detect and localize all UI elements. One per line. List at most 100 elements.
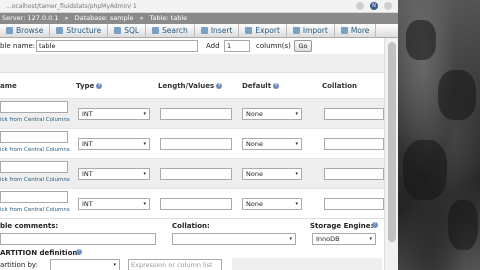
default-select[interactable]: None ▾: [242, 168, 302, 180]
partition-extra-area: [232, 258, 382, 270]
tab-label: Browse: [16, 26, 44, 35]
collation-select[interactable]: [324, 168, 384, 180]
help-icon[interactable]: ?: [372, 222, 378, 228]
breadcrumb: Server: 127.0.0.1 » Database: sample » T…: [0, 13, 398, 24]
columns-label: column(s): [256, 42, 291, 50]
help-icon[interactable]: ?: [216, 83, 223, 89]
tab-browse[interactable]: Browse: [0, 23, 51, 38]
table-name-input[interactable]: table: [36, 40, 198, 52]
breadcrumb-database[interactable]: Database: sample: [75, 14, 134, 22]
type-select[interactable]: INT ▾: [78, 168, 150, 180]
chevron-down-icon: ▾: [295, 201, 298, 207]
search-icon: [152, 27, 160, 34]
partition-expression-input[interactable]: Expression or column list: [128, 259, 222, 270]
chevron-down-icon: ▾: [295, 171, 298, 177]
header-default: Default: [242, 82, 272, 90]
pick-central-columns-link[interactable]: ick from Central Columns: [0, 117, 70, 123]
table-comments-input[interactable]: [0, 233, 156, 245]
default-select[interactable]: None ▾: [242, 138, 302, 150]
partition-by-label: artition by:: [0, 261, 38, 269]
table-name-row: ble name: table Add 1 column(s) Go: [0, 38, 398, 54]
chevron-down-icon: ▾: [143, 201, 146, 207]
tab-sql[interactable]: SQL: [108, 23, 147, 38]
collation-select[interactable]: [324, 108, 384, 120]
go-button[interactable]: Go: [294, 40, 312, 52]
breadcrumb-separator: »: [139, 14, 144, 22]
tab-insert[interactable]: Insert: [195, 23, 240, 38]
column-row: ick from Central Columns INT ▾ None ▾: [0, 158, 398, 188]
chevron-down-icon: [340, 27, 348, 34]
partition-definition-label: ARTITION definition:: [0, 249, 81, 257]
chevron-down-icon: ▾: [289, 236, 292, 242]
default-value: None: [246, 200, 263, 208]
extension-icon[interactable]: [356, 2, 364, 10]
menu-icon[interactable]: [384, 2, 392, 10]
pick-central-columns-link[interactable]: ick from Central Columns: [0, 207, 70, 213]
tab-export[interactable]: Export: [239, 23, 287, 38]
chevron-down-icon: ▾: [143, 111, 146, 117]
table-comments-label: ble comments:: [0, 222, 59, 230]
table-collation-select[interactable]: ▾: [172, 233, 296, 245]
chevron-down-icon: ▾: [143, 171, 146, 177]
storage-engine-value: InnoDB: [316, 235, 340, 243]
pick-central-columns-link[interactable]: ick from Central Columns: [0, 147, 70, 153]
column-name-input[interactable]: [0, 161, 68, 173]
partition-by-select[interactable]: ▾: [50, 259, 120, 270]
collation-select[interactable]: [324, 138, 384, 150]
tab-label: Search: [162, 26, 188, 35]
export-icon: [245, 27, 253, 34]
tab-label: More: [350, 26, 370, 35]
column-name-input[interactable]: [0, 131, 68, 143]
chevron-down-icon: ▾: [295, 141, 298, 147]
chevron-down-icon: ▾: [295, 111, 298, 117]
type-value: INT: [82, 170, 93, 178]
profile-avatar[interactable]: N: [370, 2, 378, 10]
pick-central-columns-link[interactable]: ick from Central Columns: [0, 177, 70, 183]
length-input[interactable]: [160, 198, 232, 210]
chevron-down-icon: ▾: [369, 236, 372, 242]
column-name-input[interactable]: [0, 191, 68, 203]
tab-more[interactable]: More: [335, 23, 377, 38]
length-input[interactable]: [160, 168, 232, 180]
collation-select[interactable]: [324, 198, 384, 210]
add-columns-input[interactable]: 1: [224, 40, 250, 52]
column-name-input[interactable]: [0, 101, 68, 113]
scrollbar-thumb[interactable]: [388, 42, 396, 242]
structure-icon: [56, 27, 64, 34]
breadcrumb-server[interactable]: Server: 127.0.0.1: [2, 14, 58, 22]
breadcrumb-table[interactable]: Table: table: [150, 14, 188, 22]
browse-icon: [6, 27, 13, 34]
type-value: INT: [82, 140, 93, 148]
tab-bar: Browse Structure SQL Search Insert Expor…: [0, 23, 398, 38]
header-type: Type: [76, 82, 95, 90]
section-divider: [0, 54, 398, 72]
header-name: ame: [0, 82, 17, 90]
tab-import[interactable]: Import: [287, 23, 335, 38]
type-select[interactable]: INT ▾: [78, 138, 150, 150]
tab-label: SQL: [124, 26, 140, 35]
default-select[interactable]: None ▾: [242, 108, 302, 120]
storage-engine-label: Storage Engine:: [310, 222, 374, 230]
length-input[interactable]: [160, 138, 232, 150]
default-value: None: [246, 140, 263, 148]
help-icon[interactable]: ?: [96, 83, 103, 89]
table-options-row: ble comments: Collation: ▾ Storage Engin…: [0, 218, 398, 248]
help-icon[interactable]: ?: [76, 249, 82, 255]
add-label: Add: [206, 42, 220, 50]
partition-section: ARTITION definition: ? artition by: ▾ Ex…: [0, 248, 398, 270]
column-row: ick from Central Columns INT ▾ None ▾: [0, 128, 398, 158]
default-select[interactable]: None ▾: [242, 198, 302, 210]
length-input[interactable]: [160, 108, 232, 120]
tab-label: Insert: [210, 26, 233, 35]
chevron-down-icon: ▾: [143, 141, 146, 147]
help-icon[interactable]: ?: [273, 83, 280, 89]
tab-structure[interactable]: Structure: [50, 23, 109, 38]
vertical-scrollbar[interactable]: [384, 38, 398, 270]
address-bar[interactable]: ...ocalhost/tamer_fluidstats/phpMyAdmin/…: [6, 3, 137, 10]
browser-toolbar: ...ocalhost/tamer_fluidstats/phpMyAdmin/…: [0, 0, 398, 13]
import-icon: [292, 27, 300, 34]
storage-engine-select[interactable]: InnoDB ▾: [312, 233, 376, 245]
tab-search[interactable]: Search: [146, 23, 195, 38]
type-select[interactable]: INT ▾: [78, 108, 150, 120]
type-select[interactable]: INT ▾: [78, 198, 150, 210]
